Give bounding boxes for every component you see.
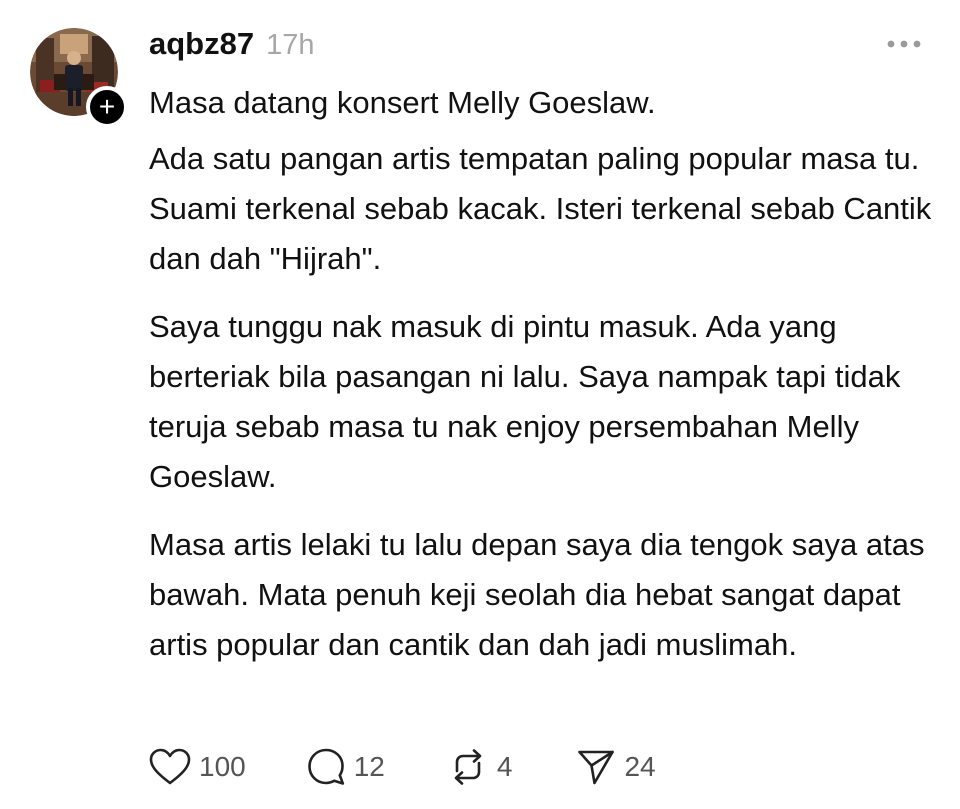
post-paragraph: Masa datang konsert Melly Goeslaw. (149, 85, 656, 120)
like-button[interactable]: 100 (149, 748, 246, 786)
repost-count: 4 (496, 751, 513, 782)
reply-button[interactable]: 12 (306, 747, 385, 787)
follow-button[interactable]: + (86, 86, 128, 128)
more-horizontal-icon (887, 40, 921, 48)
repost-button[interactable]: 4 (447, 747, 513, 787)
comment-icon (307, 748, 344, 785)
timestamp: 17h (266, 29, 315, 61)
share-count: 24 (624, 751, 656, 782)
repost-icon (454, 749, 482, 785)
heart-icon (149, 748, 191, 785)
plus-icon: + (98, 91, 116, 122)
post-paragraph: Saya tunggu nak masuk di pintu masuk. Ad… (149, 309, 901, 494)
post-body: Masa datang konsert Melly Goeslaw. Ada s… (149, 78, 939, 670)
more-options-button[interactable] (884, 32, 924, 56)
share-button[interactable]: 24 (576, 747, 656, 787)
post-paragraph: Masa artis lelaki tu lalu depan saya dia… (149, 527, 925, 662)
reply-count: 12 (353, 751, 385, 782)
like-count: 100 (199, 751, 246, 782)
send-icon (578, 750, 615, 785)
avatar[interactable]: + (30, 28, 128, 128)
username[interactable]: aqbz87 (149, 26, 254, 62)
post-paragraph: Ada satu pangan artis tempatan paling po… (149, 141, 932, 276)
post-header: aqbz87 17h (149, 26, 315, 66)
action-bar: 100 12 4 24 (149, 744, 656, 790)
